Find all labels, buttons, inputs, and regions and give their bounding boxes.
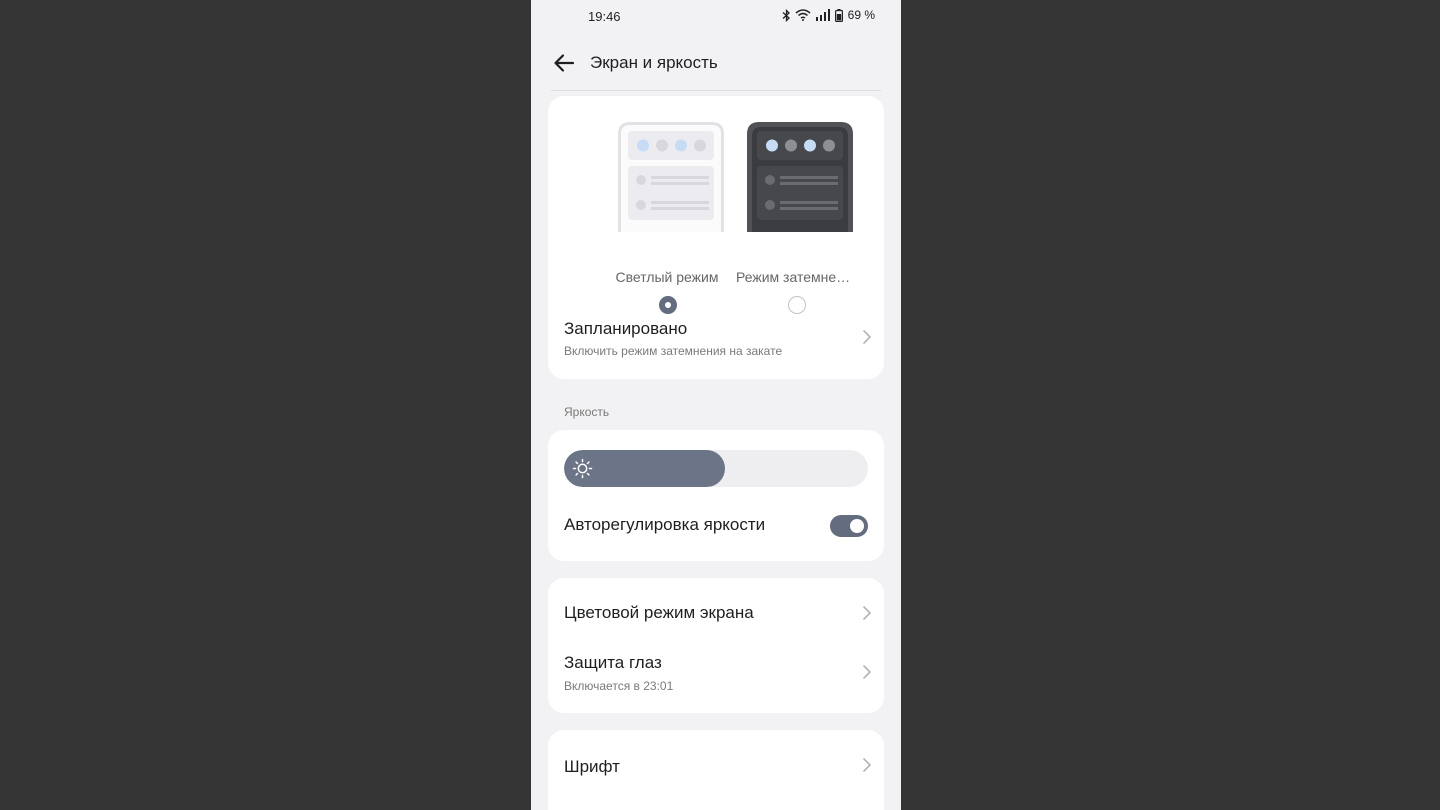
chevron-right-icon [863,330,871,344]
scheduled-row[interactable]: Запланировано Включить режим затемнения … [548,314,884,374]
brightness-card: Авторегулировка яркости [548,430,884,561]
header: Экран и яркость [531,40,901,88]
header-divider [551,90,881,91]
scheduled-title: Запланировано [564,319,688,338]
status-time: 19:46 [588,9,621,24]
eye-protection-subtitle: Включается в 23:01 [564,679,674,693]
auto-brightness-row[interactable]: Авторегулировка яркости [548,512,884,542]
sun-icon [572,458,593,479]
light-mode-preview [618,122,724,232]
color-mode-row[interactable]: Цветовой режим экрана [548,596,884,630]
light-mode-label: Светлый режим [615,269,719,285]
status-bar: 19:46 69 % [531,0,901,32]
brightness-slider[interactable] [564,450,868,487]
font-card: Шрифт [548,730,884,810]
bluetooth-icon [782,8,790,22]
chevron-right-icon [863,758,871,772]
status-icons: 69 % [782,8,875,22]
theme-card: Светлый режим Режим затемнения Запланиро… [548,96,884,379]
auto-brightness-toggle[interactable] [830,515,868,537]
color-mode-title: Цветовой режим экрана [564,603,754,622]
eye-protection-row[interactable]: Защита глаз Включается в 23:01 [548,646,884,702]
chevron-right-icon [863,606,871,620]
battery-icon [834,8,843,22]
dark-mode-preview [747,122,853,232]
battery-percent: 69 % [847,8,875,22]
dark-mode-label: Режим затемнения [736,269,856,285]
wifi-icon [795,9,811,21]
brightness-section-label: Яркость [564,405,610,419]
eye-protection-title: Защита глаз [564,653,662,672]
arrow-left-icon[interactable] [551,50,577,76]
page-title: Экран и яркость [590,53,718,72]
scheduled-subtitle: Включить режим затемнения на закате [564,344,783,358]
phone-screen: 19:46 69 % Экран и яркость Светлый режим… [531,0,901,810]
auto-brightness-label: Авторегулировка яркости [564,515,766,534]
display-card: Цветовой режим экрана Защита глаз Включа… [548,578,884,713]
dark-mode-radio[interactable] [788,296,806,314]
font-title: Шрифт [564,757,620,776]
chevron-right-icon [863,665,871,679]
signal-icon [815,9,830,21]
font-row[interactable]: Шрифт [548,750,884,784]
light-mode-radio[interactable] [659,296,677,314]
